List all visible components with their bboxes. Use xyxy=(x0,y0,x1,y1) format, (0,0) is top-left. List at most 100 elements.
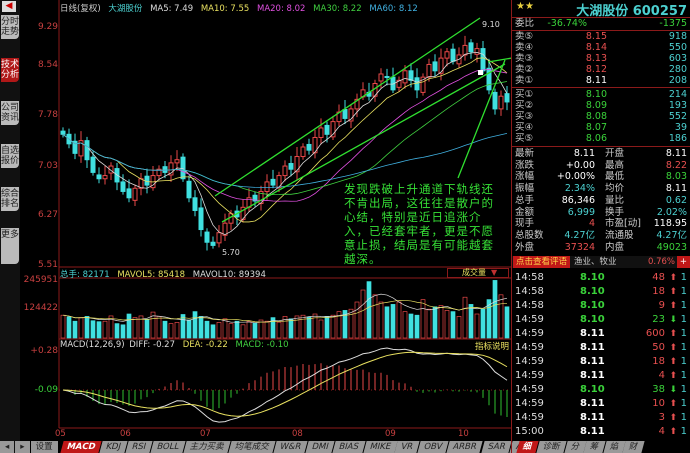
volume-bar xyxy=(468,304,474,339)
arrow-down-icon: ⬇ xyxy=(669,315,677,325)
star-icon: ★★ xyxy=(516,1,534,12)
price-tick: 8.54 xyxy=(37,60,58,70)
candle xyxy=(192,197,198,211)
tick-price: 8.10 xyxy=(580,384,605,395)
indicator-tab[interactable]: DMI xyxy=(305,441,335,453)
arrow-up-icon: ⬆ xyxy=(669,273,677,283)
right-tab[interactable]: 细 xyxy=(516,441,539,453)
right-tab[interactable]: 财 xyxy=(622,441,645,453)
bid-row[interactable]: 买④ 8.07 39 xyxy=(515,122,687,133)
volume-bar xyxy=(438,305,444,339)
ask-label: 卖② xyxy=(515,64,534,75)
bid-row[interactable]: 买③ 8.08 552 xyxy=(515,111,687,122)
tick-time: 14:59 xyxy=(515,328,544,339)
bid-row[interactable]: 买② 8.09 193 xyxy=(515,100,687,111)
mavol10: MAVOL10: 89394 xyxy=(192,270,266,280)
volume-bar xyxy=(432,306,438,339)
indicator-tab[interactable]: SAR xyxy=(481,441,512,453)
stat-label: 换手 xyxy=(605,206,625,218)
volume-bar xyxy=(84,316,90,339)
volume-bar xyxy=(258,319,264,339)
cursor-marker xyxy=(478,70,483,75)
candle xyxy=(504,93,510,103)
indicator-tab[interactable]: MACD xyxy=(60,441,102,453)
right-tab[interactable]: 焰 xyxy=(602,441,625,453)
stat-label: 金额 xyxy=(515,206,535,218)
volume-bar xyxy=(162,320,168,339)
stat-row: 外盘 37324 内盘 49023 xyxy=(515,242,687,254)
indicator-tab[interactable]: OBV xyxy=(417,441,449,453)
candle xyxy=(378,73,384,82)
indicator-tab[interactable]: VR xyxy=(394,441,420,453)
stat-value: 37324 xyxy=(564,241,595,253)
indicator-tab[interactable]: KDJ xyxy=(99,441,128,453)
volume-bar xyxy=(252,322,258,339)
indicator-select[interactable]: 成交量 ▼ xyxy=(447,268,509,278)
tick-flag: 1 xyxy=(680,426,687,437)
indicator-tab[interactable]: RSI xyxy=(125,441,153,453)
tick-row: 14:59 8.10 23 ⬇ 1 xyxy=(515,313,687,327)
tick-time: 15:00 xyxy=(515,426,544,437)
weibi-row: 委比 -36.74% -1375 xyxy=(515,18,687,29)
indicator-tab[interactable]: MIKE xyxy=(362,441,397,453)
indicator-tab[interactable]: ARBR xyxy=(446,441,484,453)
indicator-tab[interactable]: BOLL xyxy=(150,441,186,453)
stat-row: 振幅 2.34% 均价 8.11 xyxy=(515,183,687,195)
tick-flag: 1 xyxy=(680,272,687,283)
volume-bar xyxy=(318,319,324,339)
add-button[interactable]: + xyxy=(676,256,690,268)
volume-bar xyxy=(114,323,120,339)
tick-row: 14:59 8.11 4 ⬆ 1 xyxy=(515,369,687,383)
candle xyxy=(210,241,216,246)
ask-row[interactable]: 卖② 8.12 280 xyxy=(515,64,687,75)
arrow-up-icon: ⬆ xyxy=(669,371,677,381)
candle xyxy=(126,188,132,199)
indicator-tab[interactable]: 均笔成交 xyxy=(228,441,276,453)
tick-volume: 10 xyxy=(652,398,665,409)
bid-row[interactable]: 买① 8.10 214 xyxy=(515,89,687,100)
arrow-up-icon: ⬆ xyxy=(669,413,677,423)
right-tab[interactable]: 诊断 xyxy=(535,441,567,453)
stat-value: 2.34% xyxy=(564,183,595,195)
settings-button[interactable]: 设置 xyxy=(30,441,58,453)
tick-flag: 1 xyxy=(680,328,687,339)
right-tab[interactable]: 分 xyxy=(563,441,586,453)
ask-row[interactable]: 卖③ 8.13 603 xyxy=(515,53,687,64)
candle xyxy=(468,42,474,53)
stat-value: 8.22 xyxy=(665,159,687,171)
tick-row: 14:59 8.11 600 ⬆ 1 xyxy=(515,327,687,341)
arrow-up-icon: ⬆ xyxy=(669,301,677,311)
price-tick: 7.03 xyxy=(37,161,58,171)
next-icon[interactable]: ▸ xyxy=(15,441,30,453)
tick-row: 14:59 8.11 18 ⬆ 1 xyxy=(515,355,687,369)
ask-row[interactable]: 卖⑤ 8.15 918 xyxy=(515,31,687,42)
volume-bar xyxy=(372,294,378,339)
prev-icon[interactable]: ◂ xyxy=(0,441,15,453)
bid-row[interactable]: 买⑤ 8.06 186 xyxy=(515,133,687,144)
candle xyxy=(294,156,300,173)
ask-row[interactable]: 卖① 8.11 208 xyxy=(515,75,687,86)
indicator-help-link[interactable]: 指标说明 xyxy=(475,340,509,352)
volume-bar xyxy=(456,316,462,339)
volume-bar xyxy=(444,310,450,339)
ask-row[interactable]: 卖④ 8.14 550 xyxy=(515,42,687,53)
arrow-up-icon: ⬆ xyxy=(669,357,677,367)
tick-row: 14:58 8.10 9 ⬆ 1 xyxy=(515,299,687,313)
indicator-tab[interactable]: 主力买卖 xyxy=(183,441,231,453)
candle xyxy=(102,175,108,180)
ask-volume: 550 xyxy=(668,42,687,53)
candle xyxy=(444,51,450,59)
ask-price: 8.15 xyxy=(585,31,607,42)
view-comment-button[interactable]: 点击查看评语 xyxy=(513,256,571,268)
arrow-up-icon: ⬆ xyxy=(669,287,677,297)
candle xyxy=(492,91,498,110)
tick-flag: 1 xyxy=(680,300,687,311)
tick-time: 14:58 xyxy=(515,286,544,297)
right-tab[interactable]: 筹 xyxy=(583,441,606,453)
volume-bar xyxy=(396,301,402,339)
indicator-tab[interactable]: BIAS xyxy=(332,441,366,453)
tick-row: 14:59 8.11 3 ⬆ 1 xyxy=(515,411,687,425)
tick-volume: 9 xyxy=(658,300,665,311)
bid-price: 8.07 xyxy=(585,122,607,133)
indicator-tab[interactable]: W&R xyxy=(273,441,308,453)
